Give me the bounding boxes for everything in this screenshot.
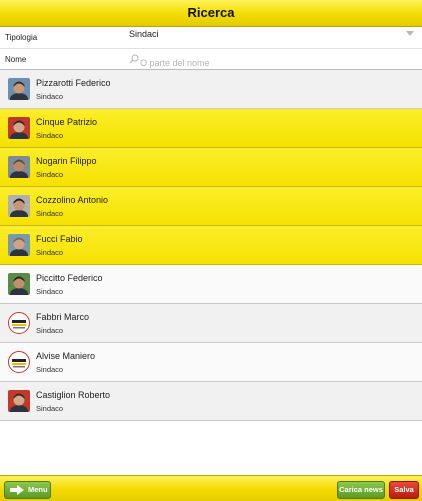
menu-label: Menu (28, 485, 48, 494)
list-item[interactable]: Fucci Fabio Sindaco (0, 226, 422, 265)
nome-row: Nome (0, 48, 422, 70)
save-button[interactable]: Salva (389, 481, 419, 499)
list-item[interactable]: Alvise Maniero Sindaco (0, 343, 422, 382)
avatar (8, 156, 30, 178)
avatar (8, 234, 30, 256)
person-role: Sindaco (36, 248, 64, 257)
list-item[interactable]: Pizzarotti Federico Sindaco (0, 70, 422, 109)
list-item[interactable]: Castiglion Roberto Sindaco (0, 382, 422, 421)
bottom-toolbar: Menu Carica news Salva (0, 475, 422, 501)
person-name: Piccitto Federico (36, 273, 103, 283)
load-news-button[interactable]: Carica news (337, 481, 385, 499)
person-role: Sindaco (36, 365, 64, 374)
person-role: Sindaco (36, 209, 64, 218)
person-name: Fucci Fabio (36, 234, 83, 244)
person-name: Cinque Patrizio (36, 117, 98, 127)
avatar (8, 390, 30, 412)
people-list: Pizzarotti Federico Sindaco Cinque Patrizi… (0, 70, 422, 421)
list-item[interactable]: Cozzolino Antonio Sindaco (0, 187, 422, 226)
person-role: Sindaco (36, 326, 64, 335)
person-name: Cozzolino Antonio (36, 195, 109, 205)
person-role: Sindaco (36, 92, 64, 101)
m5s-logo-icon (8, 351, 30, 373)
avatar (8, 195, 30, 217)
person-name: Castiglion Roberto (36, 390, 111, 400)
person-name: Pizzarotti Federico (36, 78, 111, 88)
tipologia-row[interactable]: Tipologia Sindaci (0, 27, 422, 47)
avatar (8, 117, 30, 139)
title-bar: Ricerca (0, 0, 422, 27)
arrow-right-icon (10, 485, 24, 495)
m5s-logo-icon (8, 312, 30, 334)
person-role: Sindaco (36, 131, 64, 140)
list-item[interactable]: Fabbri Marco Sindaco (0, 304, 422, 343)
person-name: Nogarin Filippo (36, 156, 97, 166)
name-search-input[interactable] (129, 56, 400, 70)
person-role: Sindaco (36, 170, 64, 179)
tipologia-select[interactable]: Sindaci (129, 29, 159, 39)
chevron-down-icon[interactable] (406, 31, 414, 36)
page-title: Ricerca (187, 5, 235, 20)
list-item[interactable]: Cinque Patrizio Sindaco (0, 109, 422, 148)
list-item[interactable]: Piccitto Federico Sindaco (0, 265, 422, 304)
person-name: Fabbri Marco (36, 312, 90, 322)
tipologia-label: Tipologia (5, 33, 38, 42)
nome-label: Nome (5, 55, 27, 64)
person-name: Alvise Maniero (36, 351, 96, 361)
menu-button[interactable]: Menu (4, 481, 51, 499)
list-item[interactable]: Nogarin Filippo Sindaco (0, 148, 422, 187)
person-role: Sindaco (36, 287, 64, 296)
filter-panel: Tipologia Sindaci Nome (0, 27, 422, 70)
search-icon (129, 54, 139, 64)
search-field[interactable] (129, 53, 414, 70)
avatar (8, 273, 30, 295)
avatar (8, 78, 30, 100)
person-role: Sindaco (36, 404, 64, 413)
